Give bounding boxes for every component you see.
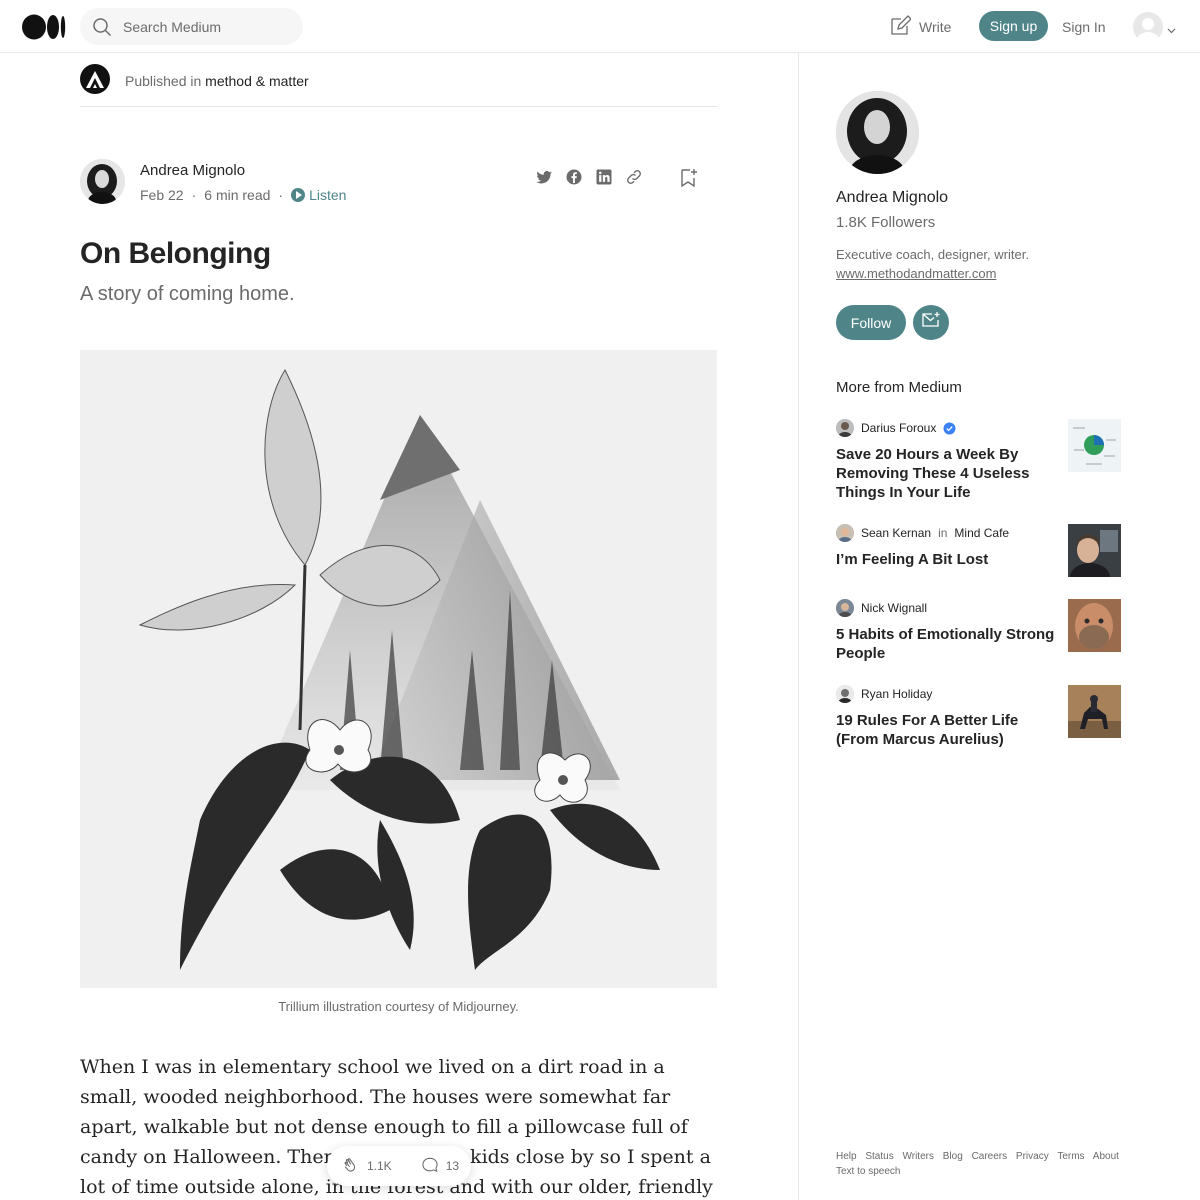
publication-row: Published in method & matter [80, 63, 717, 107]
footer-link-privacy[interactable]: Privacy [1016, 1151, 1049, 1162]
top-navigation-bar: Search Medium Write Sign up Sign In [0, 0, 1200, 53]
comment-icon [420, 1155, 440, 1178]
article-subtitle: A story of coming home. [80, 283, 295, 305]
rec-thumbnail[interactable] [1068, 524, 1121, 577]
publication-prefix: Published in [125, 73, 202, 89]
share-icons [535, 168, 643, 186]
recommendation-item[interactable]: Sean Kernan in Mind Cafe I’m Feeling A B… [836, 524, 1121, 577]
clap-count: 1.1K [367, 1159, 392, 1173]
copy-link-icon[interactable] [625, 168, 643, 186]
clap-icon [341, 1155, 361, 1178]
listen-label: Listen [309, 187, 347, 203]
rec-thumbnail[interactable] [1068, 599, 1121, 652]
recommendation-item[interactable]: Ryan Holiday 19 Rules For A Better Life … [836, 685, 1121, 749]
sidebar-author-name[interactable]: Andrea Mignolo [836, 189, 948, 207]
publication-logo-icon[interactable] [80, 64, 110, 94]
rec-title[interactable]: I’m Feeling A Bit Lost [836, 550, 1056, 569]
write-button[interactable]: Write [889, 14, 952, 40]
clap-button[interactable]: 1.1K [341, 1155, 392, 1178]
subscribe-email-button[interactable] [913, 305, 949, 340]
footer-link-careers[interactable]: Careers [972, 1151, 1008, 1162]
rec-title[interactable]: 19 Rules For A Better Life (From Marcus … [836, 711, 1056, 749]
sidebar-author-bio: Executive coach, designer, writer. [836, 247, 1029, 262]
hero-illustration [80, 350, 717, 988]
rec-author-name[interactable]: Sean Kernan [861, 526, 931, 540]
footer-link-status[interactable]: Status [865, 1151, 893, 1162]
author-name-link[interactable]: Andrea Mignolo [140, 162, 245, 179]
responses-button[interactable]: 13 [420, 1155, 459, 1178]
meta-separator: · [191, 187, 197, 203]
listen-button[interactable]: Listen [291, 187, 346, 203]
signin-link[interactable]: Sign In [1062, 19, 1106, 35]
write-icon [889, 14, 912, 40]
rec-author-avatar[interactable] [836, 524, 854, 542]
recommendation-item[interactable]: Nick Wignall 5 Habits of Emotionally Str… [836, 599, 1121, 663]
more-from-medium-heading: More from Medium [836, 379, 962, 396]
rec-thumbnail[interactable] [1068, 419, 1121, 472]
rec-author-avatar[interactable] [836, 419, 854, 437]
publish-date: Feb 22 [140, 187, 184, 203]
footer-link-about[interactable]: About [1093, 1151, 1119, 1162]
rec-author-name[interactable]: Nick Wignall [861, 601, 927, 615]
rec-author-avatar[interactable] [836, 685, 854, 703]
author-avatar[interactable] [80, 159, 125, 204]
chevron-down-icon[interactable] [1167, 22, 1176, 34]
linkedin-icon[interactable] [595, 168, 613, 186]
rec-thumbnail[interactable] [1068, 685, 1121, 738]
rec-author-avatar[interactable] [836, 599, 854, 617]
publication-label: Published in method & matter [125, 73, 309, 89]
write-label: Write [919, 19, 952, 35]
search-placeholder: Search Medium [123, 19, 222, 35]
footer-link-terms[interactable]: Terms [1057, 1151, 1084, 1162]
rec-author-name[interactable]: Darius Foroux [861, 421, 936, 435]
sidebar-website-link[interactable]: www.methodandmatter.com [836, 266, 996, 281]
follow-button[interactable]: Follow [836, 305, 906, 340]
sidebar-footer-links: Help Status Writers Blog Careers Privacy… [836, 1149, 1126, 1179]
twitter-icon[interactable] [535, 168, 553, 186]
play-icon [291, 188, 306, 202]
response-count: 13 [445, 1159, 460, 1173]
article-title: On Belonging [80, 237, 271, 270]
rec-title[interactable]: Save 20 Hours a Week By Removing These 4… [836, 445, 1056, 502]
image-caption: Trillium illustration courtesy of Midjou… [278, 999, 519, 1014]
rec-publication-name[interactable]: Mind Cafe [954, 526, 1009, 540]
article-meta: Feb 22 · 6 min read · Listen [140, 187, 346, 203]
footer-link-writers[interactable]: Writers [903, 1151, 934, 1162]
sidebar-divider [798, 53, 799, 1200]
publication-name-link[interactable]: method & matter [205, 73, 309, 89]
rec-in-label: in [938, 526, 948, 540]
bookmark-add-icon[interactable] [680, 168, 698, 188]
rec-title[interactable]: 5 Habits of Emotionally Strong People [836, 625, 1056, 663]
meta-separator: · [278, 187, 284, 203]
sidebar-author-avatar[interactable] [836, 91, 919, 174]
verified-badge-icon [943, 422, 956, 435]
search-input[interactable]: Search Medium [80, 8, 303, 45]
engagement-bar: 1.1K 13 [327, 1146, 471, 1186]
recommendation-item[interactable]: Darius Foroux Save 20 Hours a Week By Re… [836, 419, 1121, 502]
read-time: 6 min read [204, 187, 271, 203]
sidebar-followers-count[interactable]: 1.8K Followers [836, 214, 935, 231]
medium-logo-icon[interactable] [22, 14, 66, 40]
footer-link-blog[interactable]: Blog [943, 1151, 963, 1162]
footer-link-help[interactable]: Help [836, 1151, 857, 1162]
rec-author-name[interactable]: Ryan Holiday [861, 687, 932, 701]
facebook-icon[interactable] [565, 168, 583, 186]
user-avatar-icon[interactable] [1133, 12, 1163, 42]
footer-link-text-to-speech[interactable]: Text to speech [836, 1166, 900, 1177]
signup-button[interactable]: Sign up [979, 11, 1048, 41]
search-icon [92, 17, 112, 37]
mail-plus-icon [921, 311, 941, 334]
